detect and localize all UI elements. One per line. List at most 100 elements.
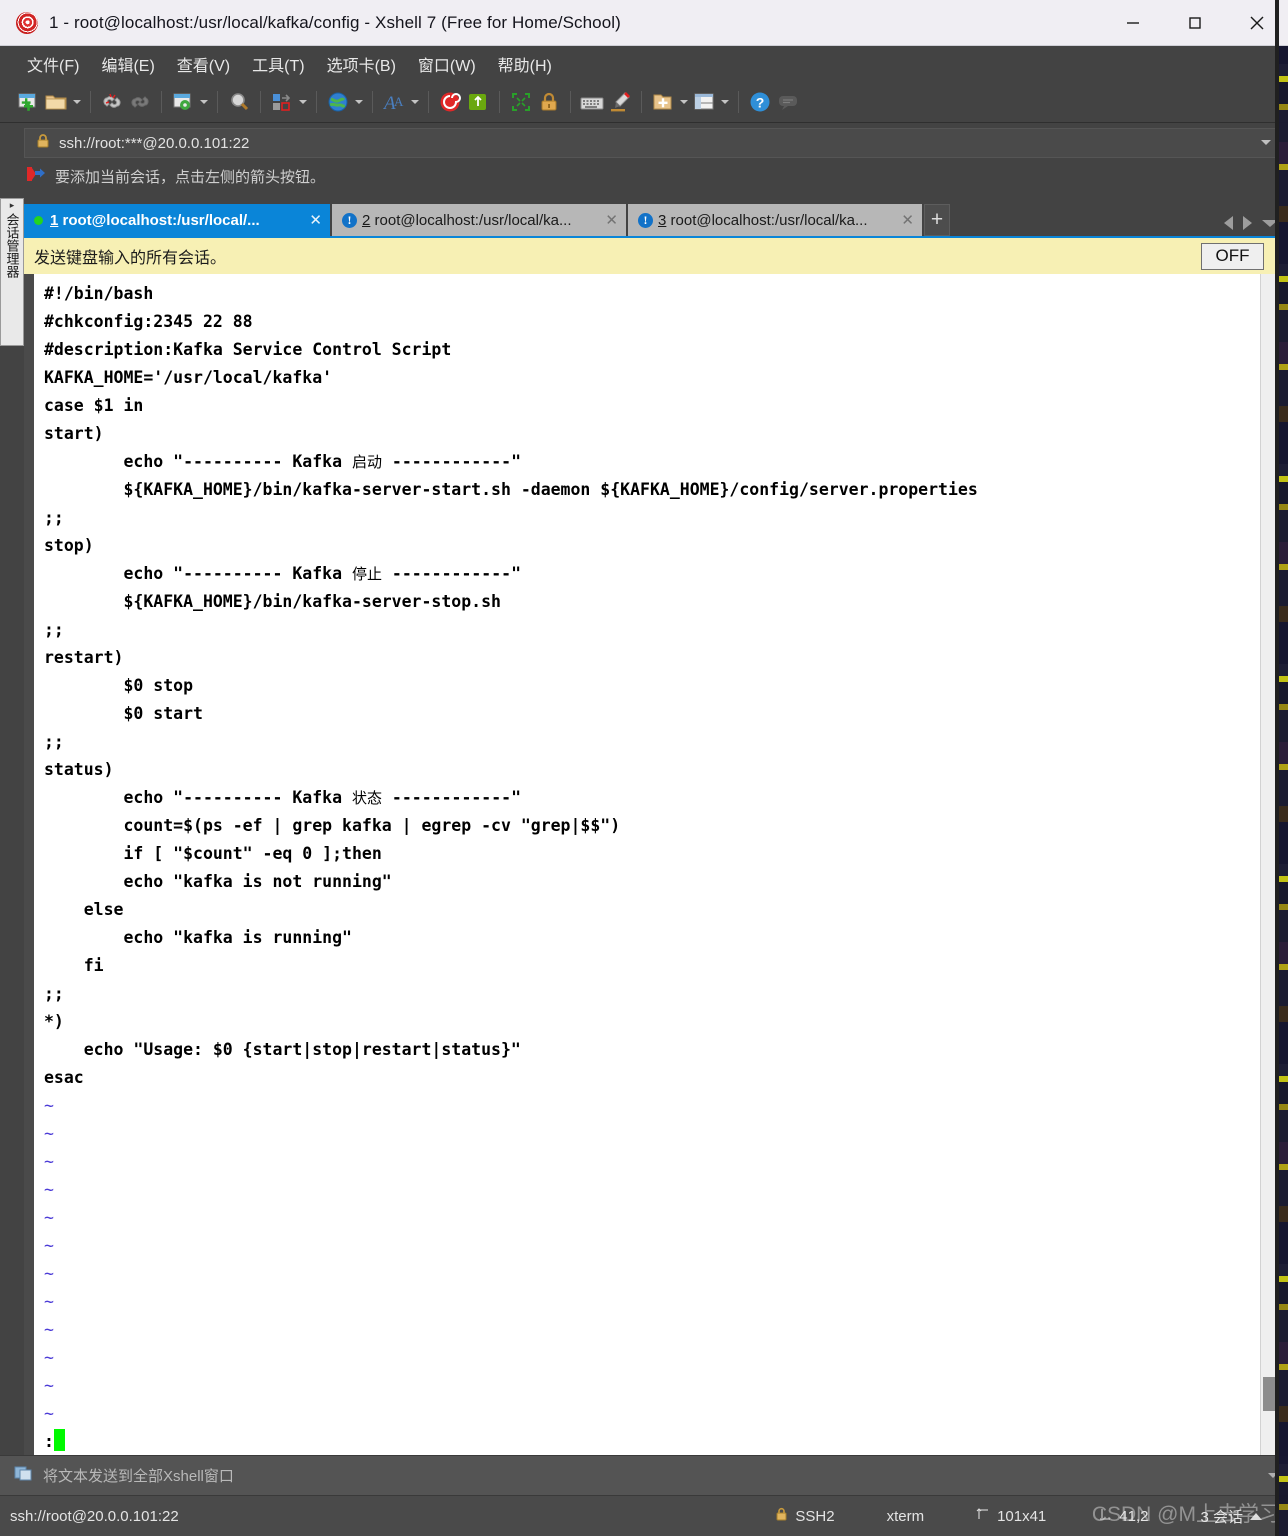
send-keys-toggle-button[interactable]: OFF bbox=[1201, 242, 1264, 270]
toolbar-separator bbox=[161, 91, 162, 113]
terminal-line: start) bbox=[44, 424, 104, 443]
background-window-sliver bbox=[1279, 46, 1288, 1536]
xftp-icon[interactable] bbox=[464, 88, 492, 116]
disconnect-icon[interactable] bbox=[98, 88, 126, 116]
address-bar[interactable]: ssh://root:***@20.0.0.101:22 bbox=[24, 128, 1280, 158]
help-icon[interactable]: ? bbox=[746, 88, 774, 116]
xshell-icon[interactable] bbox=[436, 88, 464, 116]
find-icon[interactable] bbox=[225, 88, 253, 116]
terminal-line: #chkconfig:2345 22 88 bbox=[44, 312, 253, 331]
session-properties-dropdown-icon[interactable] bbox=[197, 88, 210, 116]
info-icon: ! bbox=[342, 212, 357, 228]
toolbar-separator bbox=[217, 91, 218, 113]
terminal-empty-line: ~ bbox=[44, 1152, 54, 1171]
terminal-line: stop) bbox=[44, 536, 94, 555]
terminal-empty-line: ~ bbox=[44, 1404, 54, 1423]
scrollbar-thumb[interactable] bbox=[1263, 1377, 1275, 1411]
status-right-group: SSH2 xterm 101x41 41,2 3 会话 bbox=[749, 1506, 1288, 1527]
terminal-output[interactable]: #!/bin/bash #chkconfig:2345 22 88 #descrip… bbox=[34, 274, 1260, 1455]
status-security: SSH2 bbox=[749, 1507, 860, 1526]
add-folder-dropdown-icon[interactable] bbox=[677, 88, 690, 116]
toolbar-separator bbox=[499, 91, 500, 113]
green-dot-icon bbox=[34, 215, 43, 225]
highlight-pen-icon[interactable] bbox=[606, 88, 634, 116]
open-folder-icon[interactable] bbox=[42, 88, 70, 116]
minimize-button[interactable] bbox=[1102, 0, 1164, 45]
toolbar-separator bbox=[428, 91, 429, 113]
terminal-line: case $1 in bbox=[44, 396, 144, 415]
status-security-label: SSH2 bbox=[795, 1507, 835, 1525]
keyboard-icon[interactable] bbox=[578, 88, 606, 116]
layout-dropdown-icon[interactable] bbox=[718, 88, 731, 116]
triangle-right-icon[interactable] bbox=[1243, 216, 1252, 230]
session-manager-label: 会话管理器 bbox=[4, 213, 20, 278]
terminal-empty-line: ~ bbox=[44, 1264, 54, 1283]
menu-edit[interactable]: 编辑(E) bbox=[90, 49, 165, 79]
terminal-gutter bbox=[24, 274, 34, 1455]
font-dropdown-icon[interactable] bbox=[408, 88, 421, 116]
terminal-line: $0 start bbox=[44, 704, 203, 723]
menu-view[interactable]: 查看(V) bbox=[166, 49, 241, 79]
terminal-line: echo "---------- Kafka 启动 ------------" bbox=[44, 452, 522, 471]
cursor-pos-icon bbox=[1098, 1507, 1112, 1525]
terminal-empty-line: ~ bbox=[44, 1208, 54, 1227]
menu-tools[interactable]: 工具(T) bbox=[241, 49, 315, 79]
address-value: ssh://root:***@20.0.0.101:22 bbox=[59, 134, 250, 152]
toolbar-separator bbox=[372, 91, 373, 113]
menu-file[interactable]: 文件(F) bbox=[16, 49, 90, 79]
layout-icon[interactable] bbox=[690, 88, 718, 116]
triangle-left-icon[interactable] bbox=[1224, 216, 1233, 230]
triangle-up-icon[interactable] bbox=[1250, 1512, 1262, 1520]
menu-help[interactable]: 帮助(H) bbox=[487, 49, 563, 79]
svg-text:?: ? bbox=[756, 95, 765, 111]
tab-session-2[interactable]: ! 2 root@localhost:/usr/local/ka... ✕ bbox=[332, 204, 626, 236]
terminal-line: else bbox=[44, 900, 124, 919]
tab-session-1[interactable]: 1 root@localhost:/usr/local/... ✕ bbox=[24, 204, 330, 236]
session-properties-icon[interactable] bbox=[169, 88, 197, 116]
globe-dropdown-icon[interactable] bbox=[352, 88, 365, 116]
terminal-line: count=$(ps -ef | grep kafka | egrep -cv … bbox=[44, 816, 621, 835]
tab-session-3[interactable]: ! 3 root@localhost:/usr/local/ka... ✕ bbox=[628, 204, 922, 236]
close-icon[interactable]: ✕ bbox=[891, 211, 914, 229]
reconnect-icon[interactable] bbox=[126, 88, 154, 116]
terminal-line: restart) bbox=[44, 648, 124, 667]
block-cursor bbox=[53, 1429, 65, 1451]
status-connection: ssh://root@20.0.0.101:22 bbox=[10, 1507, 179, 1525]
status-sessions[interactable]: 3 会话 bbox=[1174, 1506, 1288, 1527]
window-controls bbox=[1102, 0, 1288, 45]
status-size: 101x41 bbox=[950, 1507, 1072, 1525]
menu-tabs[interactable]: 选项卡(B) bbox=[316, 49, 407, 79]
terminal-line: #!/bin/bash bbox=[44, 284, 154, 303]
transfer-dropdown-icon[interactable] bbox=[296, 88, 309, 116]
maximize-button[interactable] bbox=[1164, 0, 1226, 45]
toolbar-separator bbox=[260, 91, 261, 113]
toolbar-separator bbox=[570, 91, 571, 113]
toolbar-separator bbox=[316, 91, 317, 113]
svg-text:A: A bbox=[394, 94, 404, 109]
terminal-empty-line: ~ bbox=[44, 1320, 54, 1339]
status-cursor: 41,2 bbox=[1072, 1507, 1174, 1525]
lock-icon[interactable] bbox=[535, 88, 563, 116]
new-session-icon[interactable] bbox=[14, 88, 42, 116]
chevron-icon[interactable]: ▸ bbox=[10, 201, 15, 210]
session-manager-sidebar[interactable]: ▸ 会话管理器 bbox=[0, 198, 24, 346]
terminal-scrollbar[interactable] bbox=[1260, 274, 1276, 1455]
xshell-snail-icon bbox=[12, 8, 42, 37]
send-to-all-bar[interactable]: 将文本发送到全部Xshell窗口 bbox=[0, 1455, 1288, 1495]
globe-icon[interactable] bbox=[324, 88, 352, 116]
chevron-down-icon[interactable] bbox=[1261, 140, 1271, 145]
terminal-line: fi bbox=[44, 956, 104, 975]
comment-icon[interactable] bbox=[774, 88, 802, 116]
terminal-line: ${KAFKA_HOME}/bin/kafka-server-start.sh … bbox=[44, 480, 978, 499]
close-icon[interactable]: ✕ bbox=[595, 211, 618, 229]
toolbar-separator bbox=[90, 91, 91, 113]
menu-window[interactable]: 窗口(W) bbox=[407, 49, 487, 79]
terminal-line: esac bbox=[44, 1068, 84, 1087]
fullscreen-icon[interactable] bbox=[507, 88, 535, 116]
close-icon[interactable]: ✕ bbox=[299, 211, 322, 229]
add-folder-icon[interactable] bbox=[649, 88, 677, 116]
new-tab-button[interactable]: + bbox=[924, 204, 950, 236]
font-icon[interactable]: A A bbox=[380, 88, 408, 116]
open-folder-dropdown-icon[interactable] bbox=[70, 88, 83, 116]
transfer-icon[interactable] bbox=[268, 88, 296, 116]
